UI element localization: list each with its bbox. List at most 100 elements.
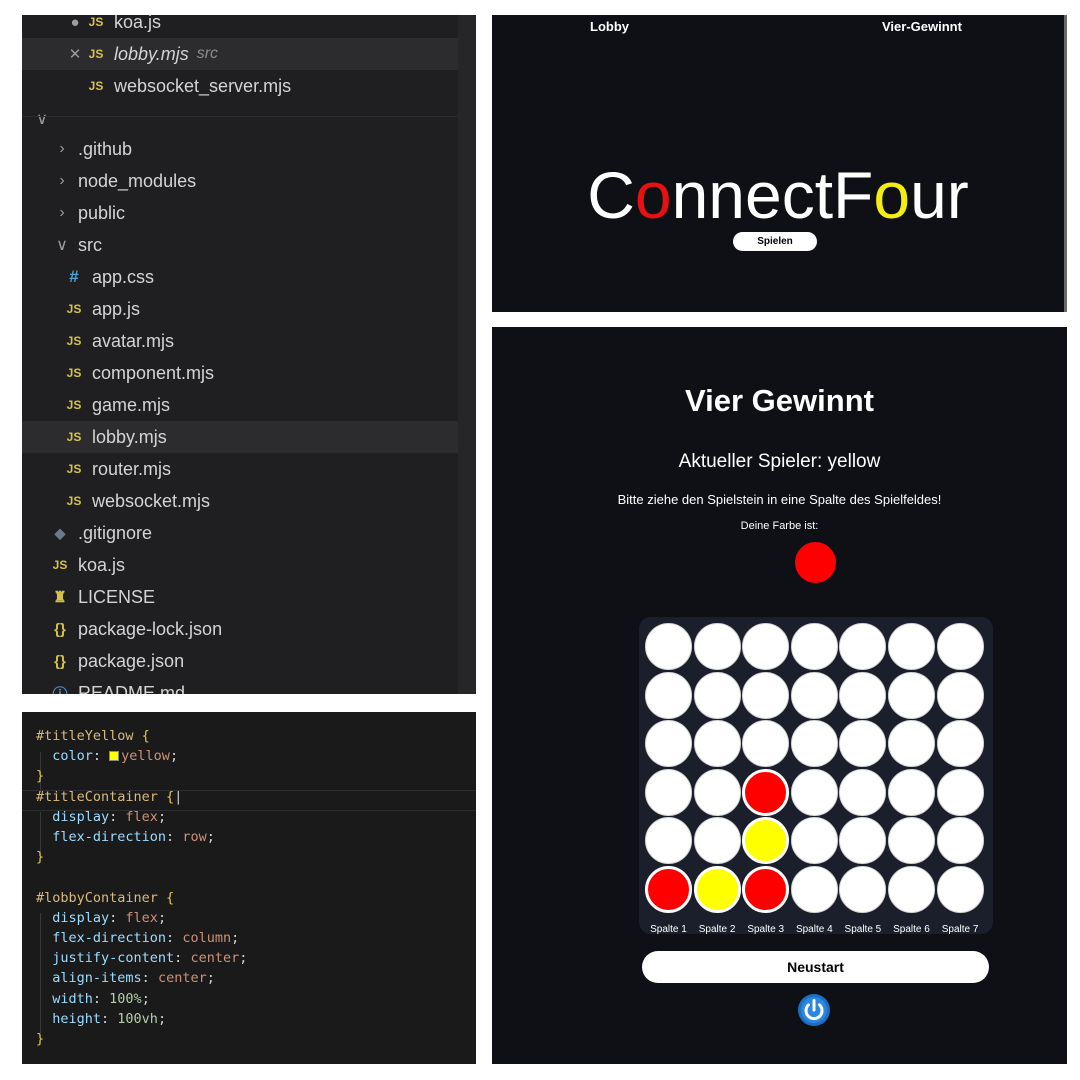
chevron-right-icon[interactable]: › <box>52 204 72 222</box>
board-cell-empty[interactable] <box>742 720 790 768</box>
file-name: websocket.mjs <box>92 490 211 511</box>
file-item[interactable]: ♜ LICENSE <box>22 581 458 613</box>
css-code-editor[interactable]: #titleYellow { color: yellow;} #titleCont… <box>22 712 476 1064</box>
board-cell-empty[interactable] <box>742 671 790 719</box>
board-cell-empty[interactable] <box>936 817 984 865</box>
board-cell-empty[interactable] <box>888 720 935 768</box>
board-cell-empty[interactable] <box>839 768 887 816</box>
board-cell-empty[interactable] <box>839 817 887 865</box>
open-editor-item[interactable]: ● JS koa.js <box>22 15 458 38</box>
board-cell-empty[interactable] <box>693 720 741 768</box>
folder-item[interactable]: › public <box>22 197 458 229</box>
board-cell-empty[interactable] <box>790 768 838 816</box>
column-label[interactable]: Spalte 1 <box>644 924 693 935</box>
close-icon[interactable]: ✕ <box>66 45 84 63</box>
code-token: #lobbyContainer <box>36 889 167 906</box>
column-label[interactable]: Spalte 2 <box>693 924 742 935</box>
column-label[interactable]: Spalte 4 <box>790 924 839 935</box>
open-editor-item[interactable]: ✕ JS lobby.mjs src <box>22 38 458 70</box>
board-cell-empty[interactable] <box>936 720 984 768</box>
board-cell-empty[interactable] <box>839 720 887 768</box>
chevron-down-icon[interactable]: ∨ <box>52 235 72 255</box>
board-cell-empty[interactable] <box>888 817 935 865</box>
code-token: flex-direction <box>36 930 167 946</box>
file-item[interactable]: ⓘ README.md <box>22 677 458 695</box>
board-cell-empty[interactable] <box>888 671 935 719</box>
code-token: { <box>166 788 175 805</box>
board-cell-empty[interactable] <box>936 671 984 719</box>
board-cell-empty[interactable] <box>645 720 692 768</box>
game-board[interactable] <box>639 617 993 934</box>
folder-item[interactable]: › node_modules <box>22 165 458 197</box>
explorer-scrollbar[interactable] <box>458 15 476 694</box>
column-label[interactable]: Spalte 5 <box>838 924 887 935</box>
code-line: } <box>36 847 44 867</box>
js-icon: JS <box>66 462 82 476</box>
code-token: : <box>109 808 126 825</box>
open-editor-item[interactable]: JS websocket_server.mjs <box>22 70 458 102</box>
board-cell-empty[interactable] <box>645 623 692 670</box>
board-cell-empty[interactable] <box>693 817 741 865</box>
board-cell-empty[interactable] <box>693 768 741 816</box>
board-cell-empty[interactable] <box>888 768 935 816</box>
code-token: center <box>190 950 240 967</box>
board-cell-empty[interactable] <box>742 623 790 670</box>
file-item[interactable]: {} package.json <box>22 645 458 677</box>
board-cell-empty[interactable] <box>790 671 838 719</box>
chevron-right-icon[interactable]: › <box>52 140 72 158</box>
folder-item[interactable]: ∨ src <box>22 229 458 261</box>
nav-link-lobby[interactable]: Lobby <box>590 19 629 34</box>
board-cell-empty[interactable] <box>790 623 838 670</box>
column-label[interactable]: Spalte 7 <box>936 924 985 935</box>
file-item[interactable]: JS router.mjs <box>22 453 458 485</box>
file-path-description: src <box>196 45 219 62</box>
board-cell-empty[interactable] <box>693 623 741 670</box>
board-cell-empty[interactable] <box>839 866 887 913</box>
file-item[interactable]: JS game.mjs <box>22 389 458 421</box>
file-item[interactable]: JS lobby.mjs <box>22 421 458 453</box>
file-item[interactable]: ◆ .gitignore <box>22 517 458 549</box>
folder-item[interactable]: › .github <box>22 133 458 165</box>
git-icon: ◆ <box>54 524 66 541</box>
nav-link-vier-gewinnt[interactable]: Vier-Gewinnt <box>882 19 962 34</box>
modified-dot-icon: ● <box>70 15 80 31</box>
file-item[interactable]: JS avatar.mjs <box>22 325 458 357</box>
board-cell-empty[interactable] <box>790 866 838 913</box>
board-cell-empty[interactable] <box>645 817 692 865</box>
code-token: #titleYellow <box>36 728 142 744</box>
file-item[interactable]: JS websocket.mjs <box>22 485 458 517</box>
file-item[interactable]: JS koa.js <box>22 549 458 581</box>
board-cell-empty[interactable] <box>936 623 984 670</box>
js-icon: JS <box>88 15 104 29</box>
file-item[interactable]: JS component.mjs <box>22 357 458 389</box>
board-disc-red[interactable] <box>645 866 692 913</box>
board-cell-empty[interactable] <box>936 866 984 913</box>
board-disc-red[interactable] <box>742 768 790 816</box>
color-swatch[interactable] <box>109 751 120 762</box>
board-cell-empty[interactable] <box>645 768 692 816</box>
column-label[interactable]: Spalte 6 <box>887 924 936 935</box>
chevron-right-icon[interactable]: › <box>52 172 72 190</box>
board-disc-yellow[interactable] <box>693 866 741 913</box>
board-disc-red[interactable] <box>742 866 790 913</box>
board-cell-empty[interactable] <box>790 817 838 865</box>
board-cell-empty[interactable] <box>790 720 838 768</box>
file-item[interactable]: JS app.js <box>22 293 458 325</box>
code-token: display <box>36 909 110 926</box>
column-label[interactable]: Spalte 3 <box>741 924 790 935</box>
board-cell-empty[interactable] <box>645 671 692 719</box>
board-cell-empty[interactable] <box>693 671 741 719</box>
restart-button[interactable]: Neustart <box>642 951 989 983</box>
file-item[interactable]: {} package-lock.json <box>22 613 458 645</box>
chevron-down-icon[interactable]: ∨ <box>32 109 52 129</box>
board-cell-empty[interactable] <box>888 623 935 670</box>
board-cell-empty[interactable] <box>936 768 984 816</box>
board-cell-empty[interactable] <box>839 671 887 719</box>
workspace-collapse-chevron[interactable]: ∨ <box>22 103 458 135</box>
board-cell-empty[interactable] <box>839 623 887 670</box>
board-disc-yellow[interactable] <box>742 817 790 865</box>
board-cell-empty[interactable] <box>888 866 935 913</box>
play-button[interactable]: Spielen <box>733 232 817 251</box>
power-icon[interactable] <box>797 993 831 1027</box>
file-item[interactable]: # app.css <box>22 261 458 293</box>
